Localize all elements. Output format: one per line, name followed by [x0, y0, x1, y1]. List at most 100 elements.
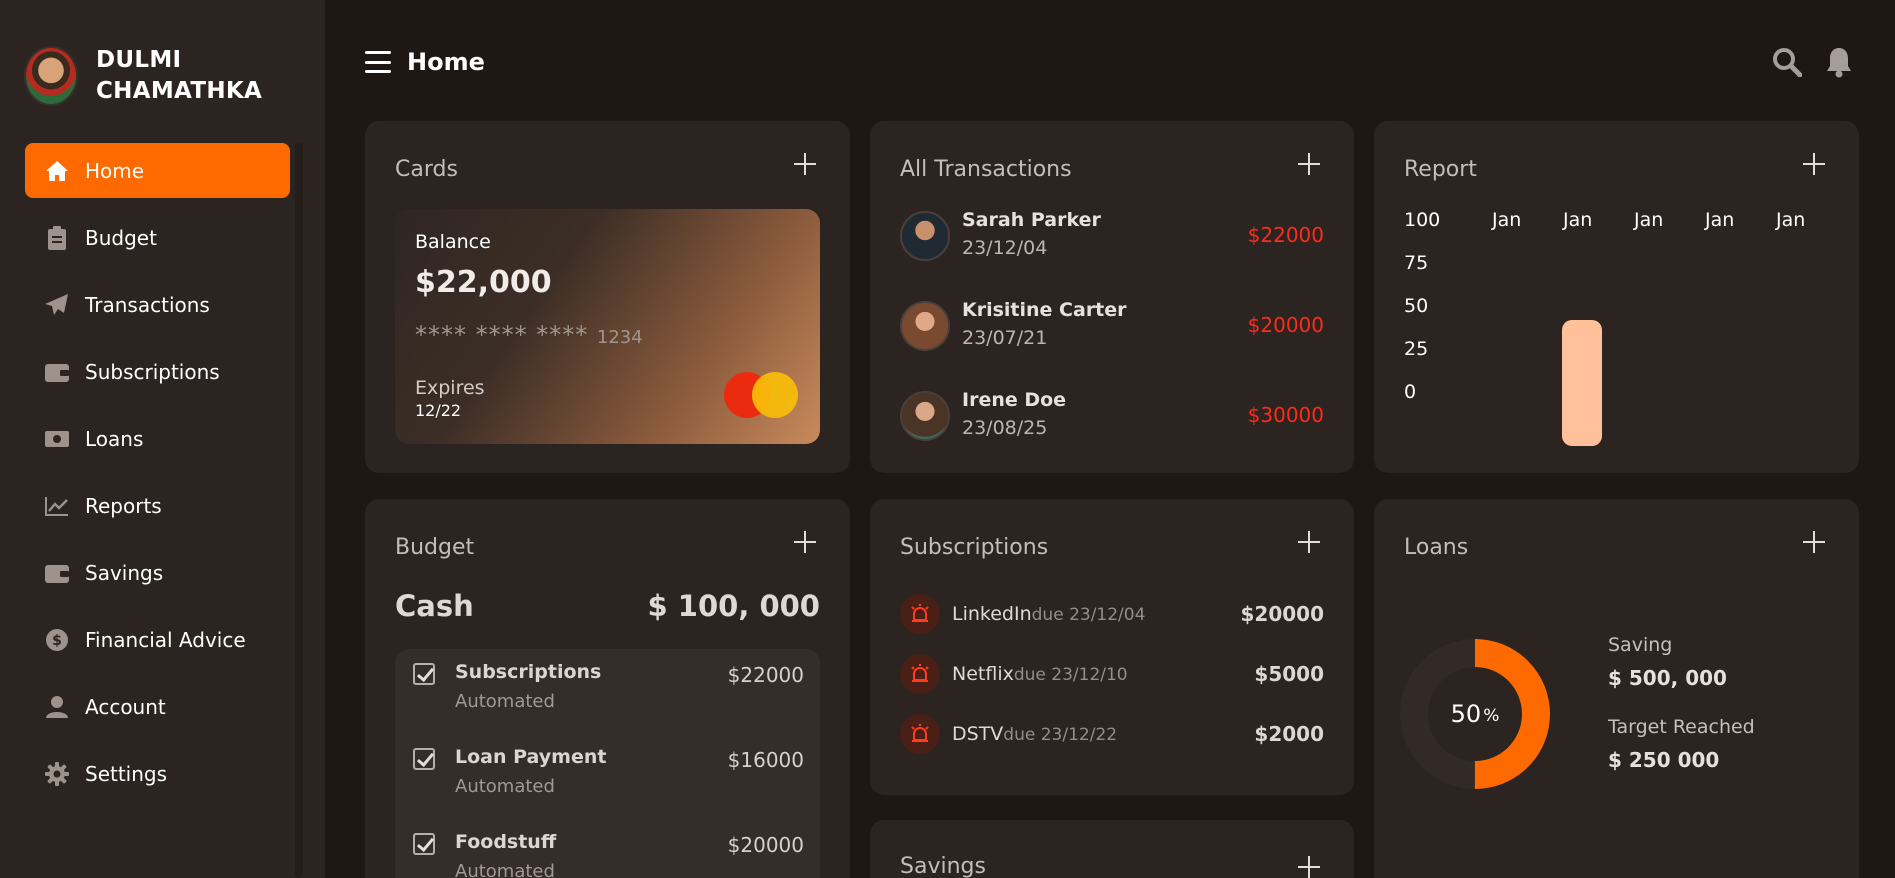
hamburger-menu-icon[interactable] [365, 51, 391, 73]
budget-item[interactable]: Loan Payment Automated $16000 [395, 734, 820, 819]
cash-value: $ 100, 000 [647, 589, 820, 623]
wallet-icon [45, 360, 69, 384]
add-savings-button[interactable] [1298, 856, 1320, 878]
budget-panel: Budget Cash $ 100, 000 Subscriptions Aut… [365, 499, 850, 878]
subscription-due: due 23/12/22 [1003, 725, 1118, 745]
credit-card[interactable]: Balance $22,000 **** **** **** 1234 Expi… [395, 209, 820, 444]
sidebar-item-transactions[interactable]: Transactions [25, 277, 290, 332]
y-tick-label: 25 [1404, 338, 1429, 360]
transaction-date: 23/08/25 [962, 417, 1048, 439]
x-tick-label: Jan [1776, 209, 1806, 231]
savings-panel: Savings [870, 820, 1354, 878]
budget-title: Budget [395, 535, 475, 560]
sidebar-item-budget[interactable]: Budget [25, 210, 290, 265]
add-card-button[interactable] [794, 153, 816, 175]
sidebar-item-subscriptions[interactable]: Subscriptions [25, 344, 290, 399]
checkbox-icon[interactable] [413, 833, 435, 855]
sidebar-item-label: Settings [85, 761, 168, 786]
avatar [900, 211, 950, 261]
subscription-amount: $20000 [1240, 602, 1325, 626]
budget-item-status: Automated [455, 776, 555, 797]
add-budget-button[interactable] [794, 531, 816, 553]
card-number-last: 1234 [596, 327, 643, 348]
budget-list: Subscriptions Automated $22000 Loan Paym… [395, 649, 820, 878]
sidebar-item-loans[interactable]: Loans [25, 411, 290, 466]
report-title: Report [1404, 157, 1477, 182]
profile-name: DULMI CHAMATHKA [96, 47, 263, 104]
sidebar-item-reports[interactable]: Reports [25, 478, 290, 533]
topbar: Home [365, 42, 1855, 82]
sidebar-item-home[interactable]: Home [25, 143, 290, 198]
transaction-date: 23/07/21 [962, 327, 1048, 349]
budget-item[interactable]: Foodstuff Automated $20000 [395, 819, 820, 878]
sidebar-item-savings[interactable]: Savings [25, 545, 290, 600]
subscriptions-panel: Subscriptions LinkedIndue 23/12/04 $2000… [870, 499, 1354, 795]
sidebar-nav: Home Budget Transactions Subscriptions L… [25, 143, 290, 813]
chart-line-icon [45, 494, 69, 518]
subscription-name: LinkedIn [952, 603, 1032, 625]
x-tick-label: Jan [1492, 209, 1522, 231]
sidebar-scrollbar[interactable] [295, 143, 303, 878]
gear-icon [45, 761, 69, 786]
sidebar-item-label: Home [85, 158, 145, 183]
subscription-row[interactable]: LinkedIndue 23/12/04 $20000 [900, 584, 1324, 644]
cash-label: Cash [395, 589, 474, 623]
profile[interactable]: DULMI CHAMATHKA [24, 45, 266, 107]
report-bar[interactable] [1562, 319, 1602, 446]
sidebar-item-label: Transactions [85, 292, 210, 317]
sidebar-item-account[interactable]: Account [25, 679, 290, 734]
loan-progress-donut: 50% [1400, 639, 1560, 799]
expires-label: Expires [415, 377, 485, 399]
report-x-axis: Jan Jan Jan Jan Jan [1492, 209, 1847, 231]
sidebar-item-settings[interactable]: Settings [25, 746, 290, 801]
checkbox-icon[interactable] [413, 663, 435, 685]
add-report-button[interactable] [1803, 153, 1825, 175]
alarm-icon [900, 714, 940, 754]
subscription-due: due 23/12/10 [1013, 665, 1128, 685]
budget-item[interactable]: Subscriptions Automated $22000 [395, 649, 820, 734]
transaction-date: 23/12/04 [962, 237, 1048, 259]
sidebar-item-label: Subscriptions [85, 359, 220, 384]
budget-item-amount: $20000 [727, 833, 804, 857]
transactions-title: All Transactions [900, 157, 1072, 182]
cards-panel: Cards Balance $22,000 **** **** **** 123… [365, 121, 850, 473]
add-loan-button[interactable] [1803, 531, 1825, 553]
transaction-name: Irene Doe [962, 389, 1067, 411]
home-icon [45, 159, 69, 183]
clipboard-icon [45, 225, 69, 250]
search-icon[interactable] [1771, 46, 1803, 78]
report-panel: Report 100 75 50 25 0 Jan Jan Jan Jan Jan [1374, 121, 1859, 473]
transaction-name: Krisitine Carter [962, 299, 1127, 321]
subscriptions-list: LinkedIndue 23/12/04 $20000 Netflixdue 2… [900, 584, 1324, 764]
add-subscription-button[interactable] [1298, 531, 1320, 553]
alarm-icon [900, 654, 940, 694]
transactions-list: Sarah Parker 23/12/04 $22000 Krisitine C… [900, 209, 1324, 479]
transaction-row[interactable]: Krisitine Carter 23/07/21 $20000 [900, 299, 1324, 389]
budget-item-amount: $22000 [727, 663, 804, 687]
subscription-name: DSTV [952, 723, 1004, 745]
transaction-row[interactable]: Irene Doe 23/08/25 $30000 [900, 389, 1324, 479]
cash-row: Cash $ 100, 000 [395, 589, 820, 623]
loans-title: Loans [1404, 535, 1469, 560]
card-number-mask: **** **** **** [415, 321, 589, 349]
subscription-row[interactable]: Netflixdue 23/12/10 $5000 [900, 644, 1324, 704]
loan-progress-label: 50% [1400, 639, 1550, 789]
money-icon [45, 427, 69, 451]
subscription-row[interactable]: DSTVdue 23/12/22 $2000 [900, 704, 1324, 764]
avatar[interactable] [24, 46, 78, 106]
sidebar-item-label: Savings [85, 560, 164, 585]
top-actions [1771, 46, 1855, 78]
transaction-amount: $30000 [1247, 403, 1324, 427]
add-transaction-button[interactable] [1298, 153, 1320, 175]
transaction-row[interactable]: Sarah Parker 23/12/04 $22000 [900, 209, 1324, 299]
bell-icon[interactable] [1823, 46, 1855, 78]
avatar [900, 301, 950, 351]
sidebar-item-financial-advice[interactable]: $ Financial Advice [25, 612, 290, 667]
card-number: **** **** **** 1234 [415, 321, 643, 349]
subscription-amount: $5000 [1254, 662, 1324, 686]
checkbox-icon[interactable] [413, 748, 435, 770]
y-tick-label: 100 [1404, 209, 1441, 231]
subscriptions-title: Subscriptions [900, 535, 1049, 560]
cards-title: Cards [395, 157, 458, 182]
sidebar-item-label: Reports [85, 493, 162, 518]
